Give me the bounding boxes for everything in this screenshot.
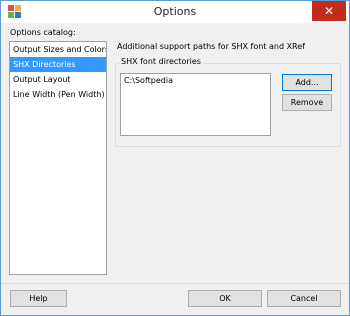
catalog-item-output-layout[interactable]: Output Layout: [10, 72, 106, 87]
title-bar[interactable]: Options ✕: [1, 1, 349, 23]
catalog-item-shx-directories[interactable]: SHX Directories: [10, 57, 106, 72]
catalog-label: Options catalog:: [10, 28, 76, 37]
window-title: Options: [153, 5, 197, 18]
group-caption: SHX font directories: [119, 57, 203, 66]
close-button[interactable]: ✕: [312, 1, 346, 21]
ok-button[interactable]: OK: [188, 290, 262, 307]
add-button[interactable]: Add...: [282, 74, 332, 91]
footer-divider: [1, 283, 349, 284]
remove-button[interactable]: Remove: [282, 94, 332, 111]
options-dialog: Options ✕ Options catalog: Output Sizes …: [0, 0, 350, 316]
catalog-item-line-width[interactable]: Line Width (Pen Width): [10, 87, 106, 102]
catalog-item-output-sizes-and-colors[interactable]: Output Sizes and Colors: [10, 42, 106, 57]
help-button[interactable]: Help: [10, 290, 67, 307]
options-catalog-list[interactable]: Output Sizes and Colors SHX Directories …: [9, 41, 107, 275]
panel-heading: Additional support paths for SHX font an…: [117, 42, 305, 51]
directory-list[interactable]: C:\Softpedia: [120, 73, 271, 136]
cancel-button[interactable]: Cancel: [267, 290, 341, 307]
list-item[interactable]: C:\Softpedia: [121, 74, 270, 87]
close-icon: ✕: [323, 4, 335, 18]
